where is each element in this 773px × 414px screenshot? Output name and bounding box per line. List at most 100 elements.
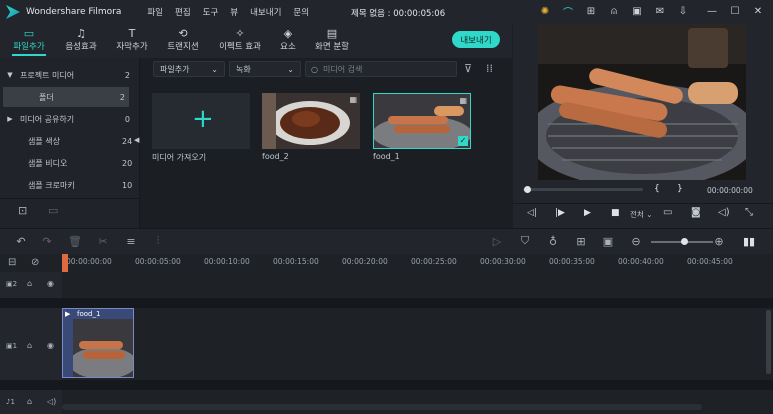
- minimize-icon[interactable]: —: [705, 4, 719, 18]
- link-icon[interactable]: ⊘: [31, 257, 39, 268]
- mark-out-button[interactable]: }: [677, 184, 683, 194]
- panel-toggle-icon[interactable]: ▮▮: [742, 234, 756, 248]
- sidebar-item-sample-chroma[interactable]: 샘플 크로마키 10: [0, 175, 140, 195]
- marker-icon[interactable]: ⛉: [518, 234, 532, 248]
- maximize-icon[interactable]: ☐: [728, 4, 742, 18]
- video-type-icon: ▦: [349, 95, 357, 104]
- zoom-slider-handle[interactable]: [681, 238, 688, 245]
- timeline-ruler[interactable]: ⊟ ⊘ 00:00:00:00 00:00:05:00 00:00:10:00 00:…: [0, 254, 773, 272]
- filter-dropdown-import[interactable]: 파일추가 ⌄: [153, 61, 225, 77]
- timeline-toolbar: ↶ ↷ 🗑 ✂ ≡ ⫶ ▷ ⛉ ♁ ⊞ ▣ ⊖ ⊕ ▮▮: [0, 228, 773, 254]
- import-media-tile[interactable]: +: [152, 93, 250, 149]
- mail-icon[interactable]: ✉: [653, 4, 667, 18]
- timeline-vertical-scrollbar[interactable]: [766, 310, 771, 374]
- filter-dropdown-record[interactable]: 녹화 ⌄: [229, 61, 301, 77]
- sidebar-item-project-media[interactable]: ▼ 프로젝트 미디어 2: [0, 65, 140, 85]
- eye-icon[interactable]: ◉: [47, 341, 54, 350]
- search-icon: ○: [311, 64, 318, 74]
- video-track-icon: ▣2: [6, 280, 18, 288]
- playhead-handle[interactable]: [524, 186, 531, 193]
- microphone-icon[interactable]: ♁: [546, 234, 560, 248]
- menu-view[interactable]: 뷰: [230, 6, 238, 18]
- display-icon[interactable]: ▭: [663, 207, 672, 218]
- menu-tools[interactable]: 도구: [203, 6, 219, 18]
- timeline-horizontal-scrollbar[interactable]: [62, 404, 702, 410]
- collapse-arrow-icon[interactable]: ◀: [134, 136, 139, 144]
- mark-in-button[interactable]: {: [654, 184, 660, 194]
- sidebar-item-sample-colors[interactable]: 샘플 색상 24: [0, 131, 140, 151]
- tab-split-screen[interactable]: ▤ 화면 분할: [313, 27, 351, 52]
- voiceover-icon[interactable]: ⊞: [574, 234, 588, 248]
- media-item-food2[interactable]: ▦: [262, 93, 360, 149]
- tab-effects[interactable]: ✧ 이펙트 효과: [217, 27, 263, 52]
- timeline-clip-food1[interactable]: ▶ food_1: [62, 308, 134, 378]
- headset-icon[interactable]: ⌒: [561, 4, 575, 19]
- ruler-tick-label: 00:00:10:00: [204, 257, 250, 266]
- menu-edit[interactable]: 편집: [175, 6, 191, 18]
- download-icon[interactable]: ⇩: [676, 4, 690, 18]
- grid-view-icon[interactable]: ⁞⁞: [486, 62, 493, 75]
- export-button[interactable]: 내보내기: [452, 31, 500, 48]
- sidebar-item-sample-video[interactable]: 샘플 비디오 20: [0, 153, 140, 173]
- menu-bar: 파일 편집 도구 뷰 내보내기 문의: [147, 6, 309, 18]
- new-folder-icon[interactable]: ⊡: [18, 204, 27, 217]
- quality-dropdown[interactable]: 전처 ⌄: [630, 209, 652, 220]
- volume-icon[interactable]: ◁): [718, 207, 730, 218]
- undo-icon[interactable]: ↶: [14, 234, 28, 248]
- transition-icon: ⟲: [178, 27, 188, 40]
- ruler-tick-label: 00:00:15:00: [273, 257, 319, 266]
- gift-icon[interactable]: ⊞: [584, 4, 598, 18]
- tab-import[interactable]: ▭ 파일추가: [12, 27, 46, 56]
- filter-icon[interactable]: ⊽: [464, 62, 472, 75]
- user-icon[interactable]: ⍝: [607, 4, 621, 18]
- redo-icon[interactable]: ↷: [40, 234, 54, 248]
- text-icon: T: [128, 27, 136, 40]
- sidebar-item-shared-media[interactable]: ▶ 미디어 공유하기 0: [0, 109, 140, 129]
- render-icon[interactable]: ▷: [490, 234, 504, 248]
- menu-file[interactable]: 파일: [147, 6, 163, 18]
- track-head-video-2: ▣2 ⌂ ◉: [0, 272, 62, 298]
- ruler-tick-label: 00:00:05:00: [135, 257, 181, 266]
- zoom-out-icon[interactable]: ⊖: [629, 234, 643, 248]
- stop-icon[interactable]: ■: [611, 208, 620, 218]
- lock-icon[interactable]: ⌂: [27, 279, 32, 288]
- adjust-icon[interactable]: ≡: [124, 234, 138, 248]
- chevron-down-icon: ▼: [7, 71, 13, 79]
- lock-icon[interactable]: ⌂: [27, 397, 32, 406]
- tab-transitions[interactable]: ⟲ 트랜지션: [166, 27, 200, 52]
- close-icon[interactable]: ✕: [751, 4, 765, 18]
- folder-icon[interactable]: ▭: [48, 204, 58, 217]
- video-track-icon: ▣1: [6, 342, 18, 350]
- sidebar-item-folder[interactable]: 폴더 2: [3, 87, 129, 107]
- menu-export[interactable]: 내보내기: [250, 6, 281, 18]
- speaker-icon[interactable]: ◁): [47, 397, 56, 406]
- media-search-input[interactable]: ○ 미디어 검색: [305, 61, 457, 77]
- tab-audio[interactable]: ♫ 음성효과: [64, 27, 98, 52]
- playback-progress-track[interactable]: [523, 188, 643, 191]
- split-icon: ▤: [326, 27, 338, 40]
- zoom-in-icon[interactable]: ⊕: [712, 234, 726, 248]
- chevron-down-icon: ⌄: [287, 64, 294, 74]
- play-icon[interactable]: ▶: [584, 208, 591, 218]
- ruler-tick-label: 00:00:20:00: [342, 257, 388, 266]
- eye-icon[interactable]: ◉: [47, 279, 54, 288]
- tab-elements[interactable]: ◈ 요소: [279, 27, 297, 52]
- audio-wave-icon[interactable]: ⫶: [151, 234, 165, 248]
- timeline-tracks: ▣2 ⌂ ◉ ▣1 ⌂ ◉ ▶ food_1 ♪1 ⌂ ◁): [0, 272, 773, 414]
- bulb-icon[interactable]: ✺: [538, 4, 552, 18]
- lock-icon[interactable]: ⌂: [27, 341, 32, 350]
- media-item-food1[interactable]: ▦ ✓: [373, 93, 471, 149]
- tab-titles[interactable]: T 자막추가: [115, 27, 149, 52]
- previous-frame-icon[interactable]: ◁|: [527, 208, 537, 218]
- delete-icon[interactable]: 🗑: [68, 234, 82, 248]
- snapshot-icon[interactable]: ◙: [691, 207, 701, 218]
- media-item-label: food_1: [373, 152, 400, 161]
- menu-help[interactable]: 문의: [293, 6, 309, 18]
- title-bar: Wondershare Filmora 파일 편집 도구 뷰 내보내기 문의 제…: [0, 0, 773, 24]
- cut-icon[interactable]: ✂: [96, 234, 110, 248]
- save-icon[interactable]: ▣: [630, 4, 644, 18]
- subtitle-icon[interactable]: ▣: [601, 234, 615, 248]
- fullscreen-icon[interactable]: ⤡: [745, 207, 753, 218]
- add-track-icon[interactable]: ⊟: [8, 257, 16, 268]
- play-pause-icon[interactable]: |▶: [555, 208, 565, 218]
